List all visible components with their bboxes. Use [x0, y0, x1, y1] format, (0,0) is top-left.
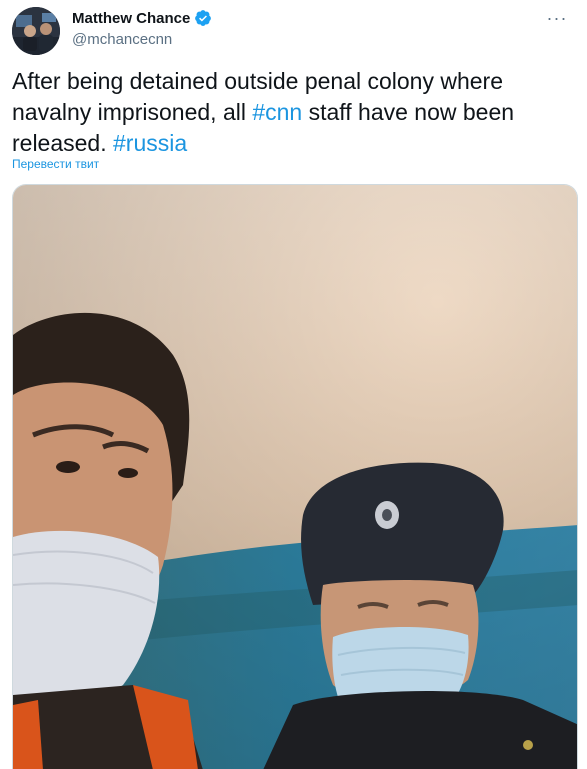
translate-tweet-link[interactable]: Перевести твит: [12, 157, 99, 171]
tweet-text: After being detained outside penal colon…: [12, 66, 572, 159]
tweet-card: Matthew Chance @mchancecnn ··· After bei…: [0, 0, 587, 769]
tweet-photo[interactable]: [12, 184, 578, 769]
hashtag-russia-link[interactable]: #russia: [113, 130, 187, 156]
verified-badge-icon: [194, 9, 212, 27]
more-options-icon[interactable]: ···: [545, 6, 569, 30]
author-avatar[interactable]: [12, 7, 60, 55]
author-handle[interactable]: @mchancecnn: [72, 31, 172, 48]
hashtag-cnn-link[interactable]: #cnn: [252, 99, 302, 125]
selfie-photo-icon: [13, 185, 577, 769]
author-display-name[interactable]: Matthew Chance: [72, 10, 190, 27]
avatar-image-icon: [12, 7, 60, 55]
author-name-row[interactable]: Matthew Chance: [72, 9, 212, 27]
